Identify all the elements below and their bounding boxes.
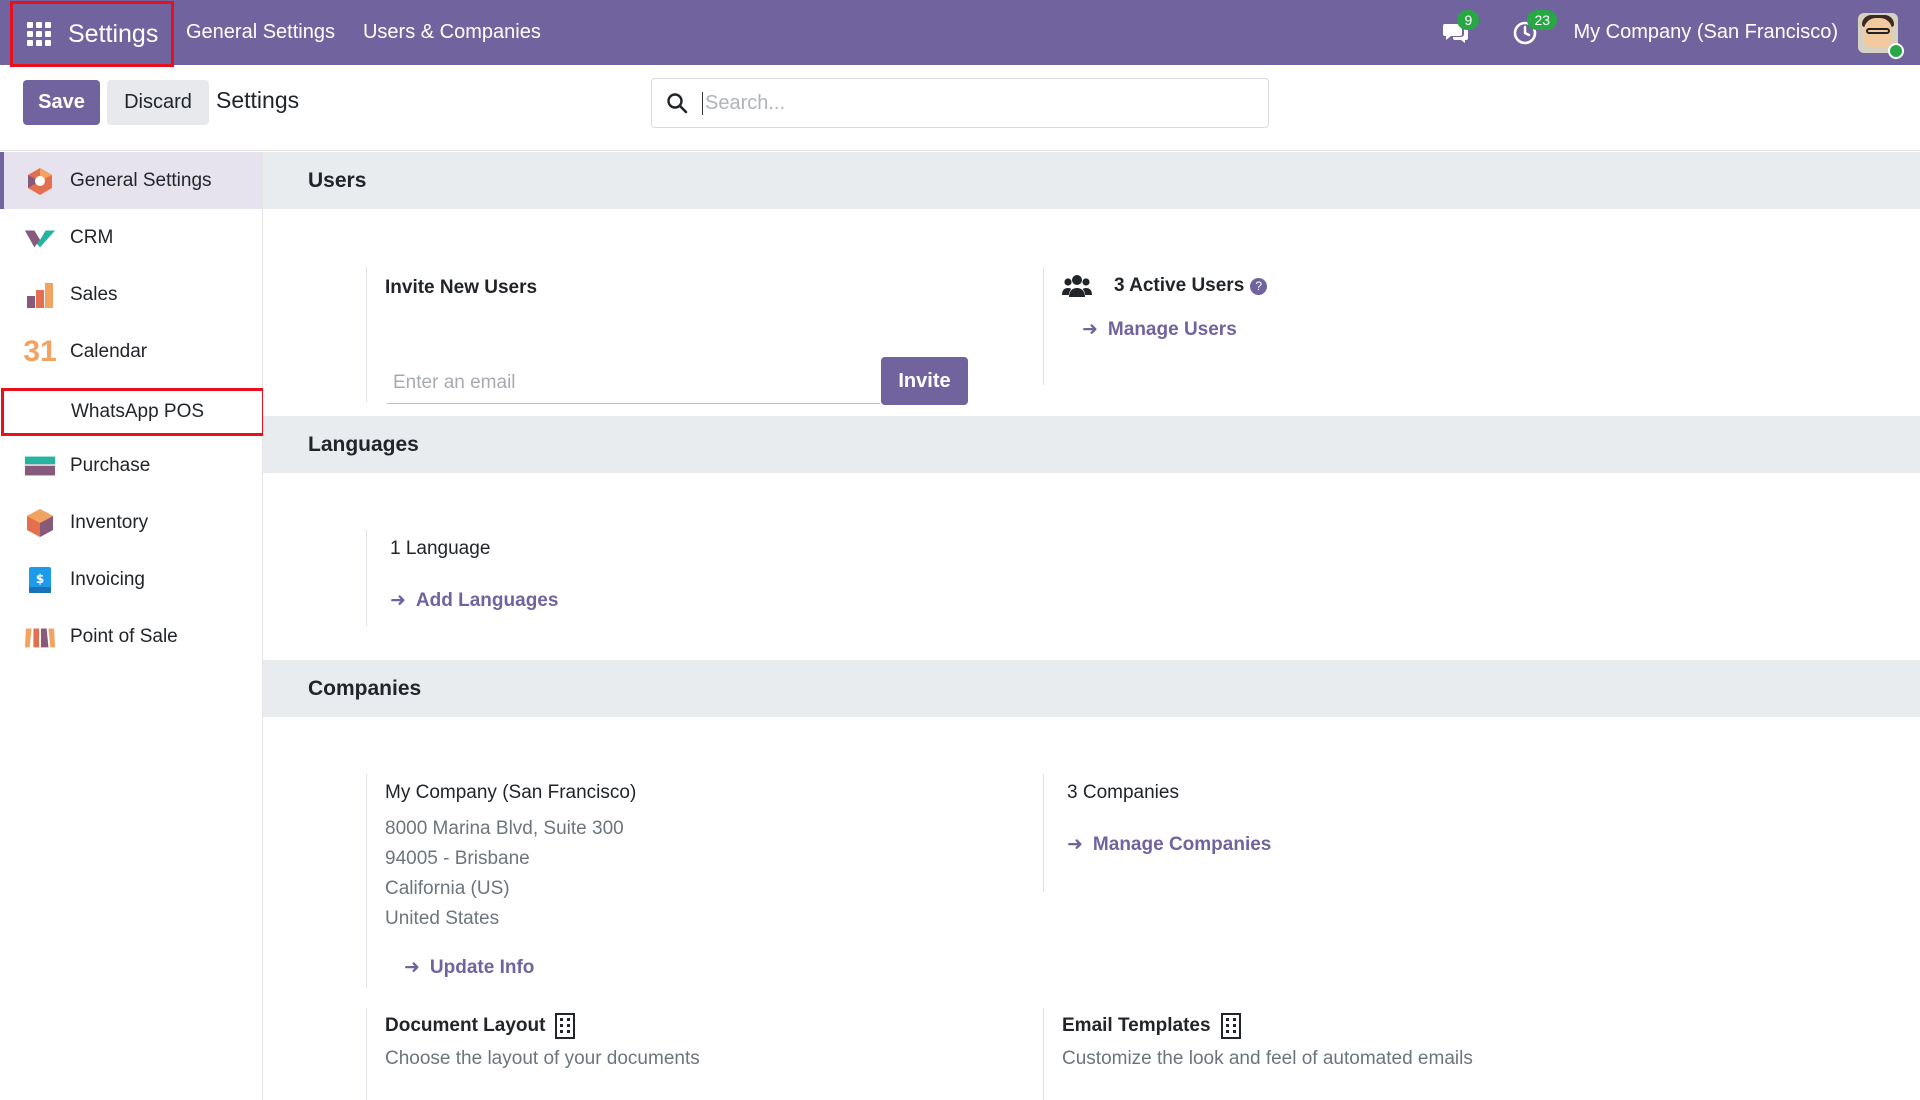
search-input[interactable]: [702, 91, 1242, 115]
document-layout-setting: Document Layout Choose the layout of you…: [366, 1008, 986, 1100]
section-header-users: Users: [263, 152, 1920, 209]
address-line: United States: [385, 908, 500, 929]
active-users-setting: 3 Active Users ? ➜ Manage Users: [1043, 267, 1643, 385]
search-icon: [667, 93, 688, 114]
inventory-icon: [24, 507, 56, 539]
top-navbar: Settings General Settings Users & Compan…: [0, 0, 1920, 67]
app-name[interactable]: Settings: [68, 20, 158, 49]
point-of-sale-icon: [24, 621, 56, 653]
nav-menu: General Settings Users & Companies: [186, 0, 541, 65]
current-company-setting: My Company (San Francisco) 8000 Marina B…: [366, 774, 986, 988]
activities-button[interactable]: 23: [1509, 9, 1558, 50]
add-languages-label: Add Languages: [415, 589, 559, 611]
sidebar-item-label: Invoicing: [70, 568, 145, 590]
nav-menu-general-settings[interactable]: General Settings: [186, 21, 335, 44]
arrow-right-icon: ➜: [1067, 834, 1083, 855]
activities-count-badge: 23: [1527, 9, 1558, 30]
users-group-icon: [1062, 275, 1092, 297]
invoicing-icon: $: [24, 564, 56, 596]
company-address: 8000 Marina Blvd, Suite 300 94005 - Bris…: [385, 814, 624, 934]
email-templates-setting: Email Templates Customize the look and f…: [1043, 1008, 1743, 1100]
nav-menu-users-companies[interactable]: Users & Companies: [363, 21, 541, 44]
arrow-right-icon: ➜: [404, 957, 420, 978]
sidebar-item-label: Purchase: [70, 454, 151, 476]
update-info-link[interactable]: ➜ Update Info: [404, 956, 534, 979]
messages-button[interactable]: 9: [1439, 9, 1480, 50]
general-settings-icon: [24, 165, 56, 197]
sidebar-item-label: Inventory: [70, 511, 149, 533]
sidebar-item-point-of-sale[interactable]: Point of Sale: [0, 608, 262, 665]
update-info-label: Update Info: [429, 956, 535, 978]
arrow-right-icon: ➜: [1082, 319, 1098, 340]
sidebar-item-label: CRM: [70, 226, 114, 248]
section-header-languages: Languages: [263, 416, 1920, 473]
calendar-icon: 31: [23, 334, 57, 368]
address-line: California (US): [385, 878, 510, 899]
manage-users-link[interactable]: ➜ Manage Users: [1082, 318, 1237, 341]
arrow-right-icon: ➜: [390, 590, 406, 611]
invite-email-input[interactable]: [387, 362, 880, 404]
document-layout-title: Document Layout: [385, 1015, 546, 1036]
email-templates-description: Customize the look and feel of automated…: [1062, 1048, 1473, 1069]
sidebar-item-whatsapp-pos[interactable]: WhatsApp POS: [1, 388, 265, 436]
invite-button[interactable]: Invite: [881, 357, 968, 405]
help-question-icon[interactable]: ?: [1250, 277, 1268, 295]
crm-icon: [24, 222, 56, 254]
address-line: 8000 Marina Blvd, Suite 300: [385, 818, 624, 839]
sidebar-item-label: Sales: [70, 283, 118, 305]
company-switcher[interactable]: My Company (San Francisco): [1573, 21, 1838, 44]
invite-users-setting: Invite New Users Invite: [366, 267, 986, 405]
sidebar-item-inventory[interactable]: Inventory: [0, 494, 262, 551]
messages-count-badge: 9: [1457, 9, 1480, 30]
discard-button[interactable]: Discard: [107, 80, 209, 125]
email-templates-title: Email Templates: [1062, 1015, 1211, 1036]
invite-users-title: Invite New Users: [385, 277, 538, 298]
purchase-icon: [24, 450, 56, 482]
manage-users-label: Manage Users: [1107, 318, 1237, 340]
manage-companies-link[interactable]: ➜ Manage Companies: [1067, 833, 1271, 856]
languages-setting: 1 Language ➜ Add Languages: [366, 530, 966, 626]
sidebar-item-purchase[interactable]: Purchase: [0, 437, 262, 494]
sidebar-item-label: General Settings: [70, 169, 212, 191]
section-header-companies: Companies: [263, 660, 1920, 717]
language-count: 1 Language: [390, 538, 491, 559]
sidebar-item-label: WhatsApp POS: [71, 401, 205, 422]
sidebar-item-crm[interactable]: CRM: [0, 209, 262, 266]
document-layout-description: Choose the layout of your documents: [385, 1048, 700, 1069]
svg-text:$: $: [36, 572, 44, 586]
companies-count: 3 Companies: [1067, 782, 1179, 803]
company-name: My Company (San Francisco): [385, 782, 637, 803]
manage-companies-label: Manage Companies: [1092, 833, 1272, 855]
app-menu-toggle[interactable]: Settings: [10, 1, 174, 67]
sidebar-item-invoicing[interactable]: $ Invoicing: [0, 551, 262, 608]
page-title: Settings: [216, 87, 300, 113]
building-icon: [1220, 1013, 1241, 1039]
add-languages-link[interactable]: ➜ Add Languages: [390, 589, 558, 612]
save-button[interactable]: Save: [23, 80, 100, 125]
systray: 9 23 My Company (San Francisco): [1439, 0, 1920, 65]
control-panel: Save Discard Settings: [0, 65, 1920, 151]
address-line: 94005 - Brisbane: [385, 848, 530, 869]
sidebar-item-label: Point of Sale: [70, 625, 178, 647]
apps-grid-icon[interactable]: [27, 22, 51, 46]
settings-content: Users Invite New Users Invite 3 Active U…: [263, 152, 1920, 1100]
online-status-icon: [1888, 42, 1904, 59]
building-icon: [555, 1013, 576, 1039]
settings-sidebar: General Settings CRM Sales 31 Calendar W…: [0, 152, 265, 1100]
search-bar[interactable]: [651, 78, 1269, 128]
sidebar-item-general-settings[interactable]: General Settings: [0, 152, 262, 209]
sidebar-item-label: Calendar: [70, 340, 148, 362]
sidebar-item-sales[interactable]: Sales: [0, 266, 262, 323]
companies-count-setting: 3 Companies ➜ Manage Companies: [1043, 774, 1643, 892]
user-avatar[interactable]: [1858, 12, 1904, 59]
active-users-count: 3 Active Users: [1114, 275, 1245, 296]
sidebar-item-calendar[interactable]: 31 Calendar: [0, 323, 262, 380]
sales-icon: [24, 279, 56, 311]
